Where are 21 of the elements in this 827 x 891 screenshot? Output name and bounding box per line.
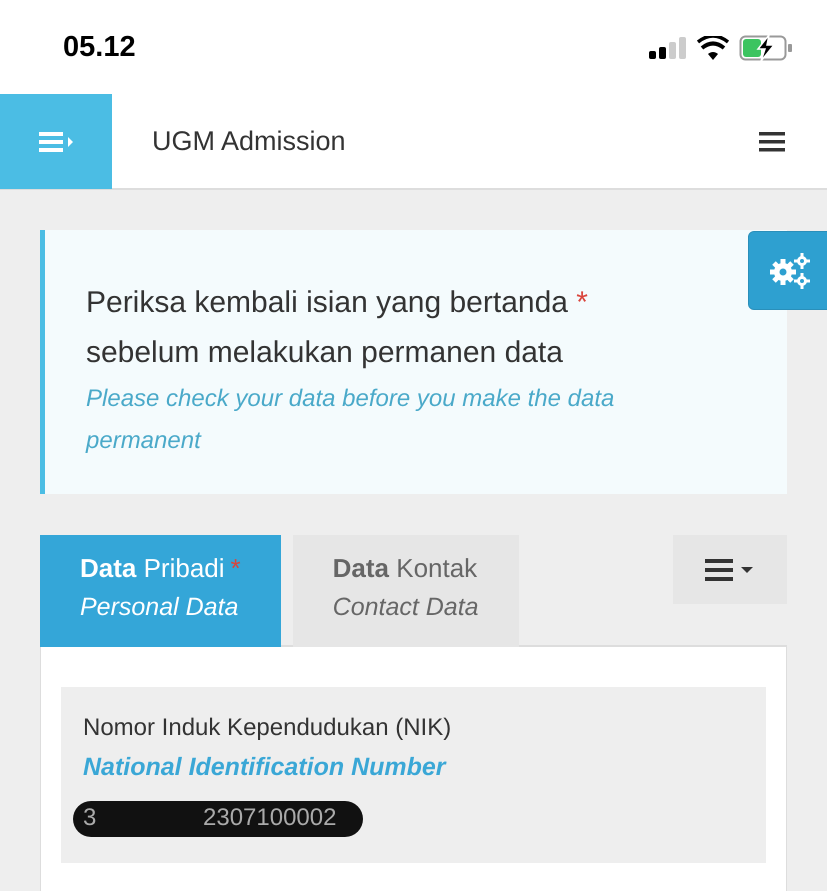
notice-subtitle: Please check your data before you make the data permanent (86, 384, 616, 456)
menu-icon (759, 132, 785, 152)
dropdown-button[interactable] (673, 535, 787, 604)
app-title: UGM Admission (152, 125, 346, 158)
sidebar-toggle-button[interactable] (0, 94, 112, 189)
menu-button[interactable] (759, 132, 785, 152)
field-sublabel: National Identification Number (83, 752, 446, 783)
signal-icon (649, 36, 687, 58)
settings-icon (769, 252, 811, 290)
tab[interactable]: Data Kontak Contact Data (292, 535, 519, 647)
menu-icon (39, 132, 73, 152)
status-time: 05.12 (63, 30, 136, 65)
field-value: 3 (83, 803, 96, 833)
menu-caret-icon (705, 558, 755, 580)
notice-heading: Periksa kembali isian yang bertanda * sebelum melakukan permanen data (86, 285, 589, 371)
settings-button[interactable] (748, 231, 827, 310)
tab[interactable]: Data Pribadi * Personal Data (40, 535, 281, 647)
battery-charging-icon (739, 34, 793, 60)
field-label: Nomor Induk Kependudukan (NIK) (83, 713, 452, 743)
field-value: 2307100002 (203, 803, 336, 833)
wifi-icon (697, 36, 729, 60)
